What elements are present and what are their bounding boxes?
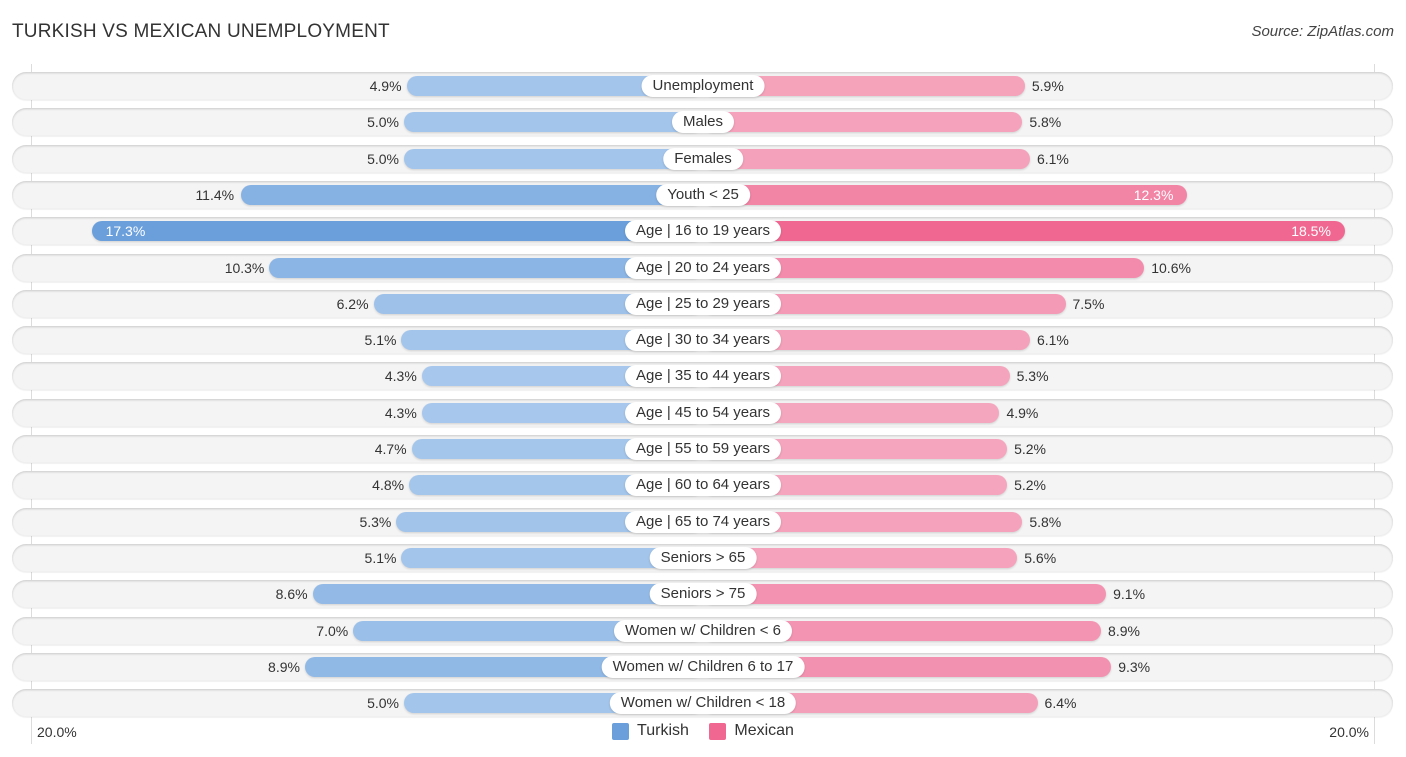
value-label-mexican: 8.9%	[1108, 623, 1140, 639]
value-label-mexican: 6.4%	[1044, 695, 1077, 711]
bar-turkish[interactable]	[404, 112, 703, 132]
value-label-turkish: 5.0%	[367, 151, 399, 167]
category-label: Women w/ Children < 6	[613, 620, 793, 642]
value-label-mexican: 7.5%	[1072, 296, 1105, 312]
value-label-turkish: 4.3%	[384, 405, 417, 421]
bar-mexican[interactable]	[703, 584, 1107, 604]
value-label-turkish: 5.3%	[359, 514, 392, 530]
category-label: Seniors > 65	[649, 547, 757, 569]
category-label: Women w/ Children 6 to 17	[601, 656, 805, 678]
value-label-turkish: 5.1%	[364, 550, 397, 566]
value-label-turkish: 11.4%	[195, 187, 235, 203]
value-label-mexican: 4.9%	[1006, 405, 1039, 421]
value-label-turkish: 8.9%	[268, 659, 300, 675]
legend-label-mexican: Mexican	[734, 722, 794, 739]
value-label-turkish: 7.0%	[316, 623, 349, 639]
category-label: Youth < 25	[656, 184, 750, 206]
bar-mexican[interactable]	[703, 112, 1023, 132]
value-label-mexican: 5.9%	[1031, 78, 1064, 94]
bar-mexican[interactable]	[703, 149, 1030, 169]
bar-mexican[interactable]	[703, 185, 1188, 205]
value-label-turkish: 10.3%	[224, 260, 265, 276]
legend-item-mexican[interactable]: Mexican	[709, 722, 794, 740]
category-label: Age | 45 to 54 years	[625, 402, 781, 424]
value-label-mexican: 6.1%	[1036, 332, 1069, 348]
chart-title: TURKISH VS MEXICAN UNEMPLOYMENT	[12, 21, 390, 42]
category-label: Age | 65 to 74 years	[625, 511, 781, 533]
bar-turkish[interactable]	[404, 149, 703, 169]
category-label: Age | 55 to 59 years	[625, 438, 781, 460]
value-label-mexican: 10.6%	[1151, 260, 1191, 276]
category-label: Women w/ Children < 18	[609, 692, 797, 714]
value-label-mexican: 5.8%	[1029, 114, 1062, 130]
value-label-turkish: 5.0%	[367, 695, 399, 711]
value-label-turkish: 4.8%	[372, 477, 405, 493]
category-label: Age | 16 to 19 years	[625, 220, 781, 242]
value-label-turkish: 17.3%	[105, 223, 146, 239]
value-label-mexican: 5.2%	[1014, 477, 1046, 493]
value-label-mexican: 5.6%	[1024, 550, 1057, 566]
value-label-mexican: 5.2%	[1014, 441, 1046, 457]
bar-mexican[interactable]	[703, 221, 1345, 241]
value-label-turkish: 8.6%	[275, 586, 308, 602]
value-label-mexican: 9.3%	[1118, 659, 1151, 675]
value-label-turkish: 4.3%	[384, 368, 417, 384]
category-label: Age | 25 to 29 years	[625, 293, 781, 315]
value-label-turkish: 4.9%	[369, 78, 402, 94]
value-label-turkish: 4.7%	[374, 441, 407, 457]
legend-label-turkish: Turkish	[637, 722, 689, 739]
category-label: Males	[671, 111, 735, 133]
legend-swatch-turkish	[612, 722, 630, 740]
bar-turkish[interactable]	[91, 221, 703, 241]
legend-swatch-mexican	[709, 722, 727, 740]
category-label: Age | 30 to 34 years	[625, 329, 781, 351]
value-label-mexican: 5.8%	[1029, 514, 1062, 530]
bar-turkish[interactable]	[241, 185, 703, 205]
category-label: Females	[663, 148, 743, 170]
value-label-turkish: 5.1%	[364, 332, 397, 348]
category-label: Age | 35 to 44 years	[625, 365, 781, 387]
value-label-mexican: 9.1%	[1113, 586, 1146, 602]
source-label: Source: ZipAtlas.com	[1251, 23, 1394, 40]
value-label-mexican: 6.1%	[1036, 151, 1069, 167]
value-label-mexican: 18.5%	[1291, 223, 1331, 239]
value-label-turkish: 5.0%	[367, 114, 399, 130]
value-label-mexican: 5.3%	[1016, 368, 1049, 384]
category-label: Age | 60 to 64 years	[625, 474, 781, 496]
value-label-turkish: 6.2%	[336, 296, 369, 312]
category-label: Seniors > 75	[649, 583, 757, 605]
category-label: Unemployment	[641, 75, 765, 97]
legend-item-turkish[interactable]: Turkish	[612, 722, 689, 740]
legend: Turkish Mexican	[0, 722, 1406, 745]
value-label-mexican: 12.3%	[1133, 187, 1174, 203]
category-label: Age | 20 to 24 years	[625, 257, 781, 279]
bar-turkish[interactable]	[312, 584, 703, 604]
